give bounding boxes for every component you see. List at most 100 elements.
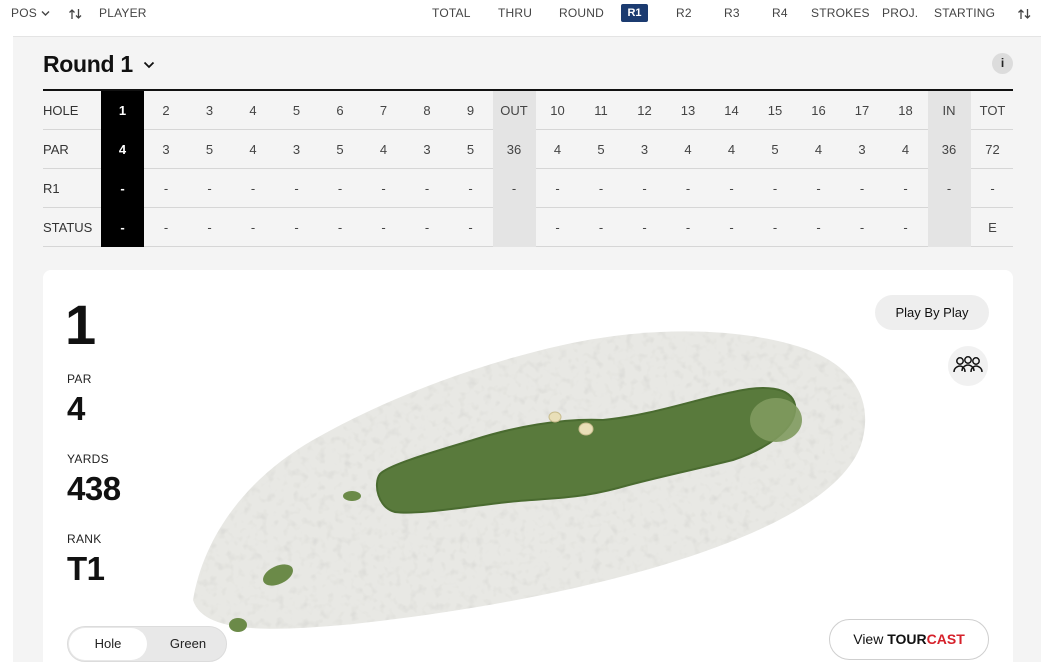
r1-score-cell: - <box>555 181 560 196</box>
par-value: 4 <box>67 390 85 427</box>
status-cell: - <box>642 220 647 235</box>
hole-cell: 7 <box>379 103 388 118</box>
thru-column-header[interactable]: THRU <box>498 6 532 20</box>
status-cell: - <box>250 220 256 235</box>
hole-cell: 8 <box>423 103 431 118</box>
r1-score-cell: - <box>685 181 691 196</box>
par-cell: 3 <box>292 142 301 157</box>
status-cell: - <box>598 220 604 235</box>
round-column-header[interactable]: ROUND <box>559 6 604 20</box>
group-view-button[interactable] <box>948 346 988 386</box>
view-label: View <box>853 631 888 647</box>
tee-box <box>229 618 247 632</box>
par-cell: 36 <box>927 130 971 169</box>
strokes-column-header[interactable]: STROKES <box>811 6 870 20</box>
r1-score-cell: - <box>424 181 430 196</box>
par-cell: 4 <box>101 130 144 169</box>
view-tourcast-button[interactable]: View TOURCAST <box>829 619 989 660</box>
status-cell: - <box>468 220 473 235</box>
hole-cell: 2 <box>162 103 170 118</box>
hole-number: 1 <box>65 293 96 356</box>
status-cell: - <box>337 220 343 235</box>
yards-label: YARDS <box>67 452 109 466</box>
status-cell: - <box>294 220 299 235</box>
hole-cell: OUT <box>492 91 536 130</box>
hole-cell: 16 <box>811 103 826 118</box>
r2-column-header[interactable]: R2 <box>676 6 692 20</box>
scorecard-table: HOLE 1 2 3 4 5 6 7 8 9 OUT 10 11 12 13 14 15 16 17 18 IN TOT… <box>43 89 1013 247</box>
r1-score-cell: - <box>163 181 169 196</box>
info-icon[interactable]: i <box>992 53 1013 74</box>
bunker <box>548 411 562 423</box>
cast-wordmark: CAST <box>926 631 965 647</box>
par-label: PAR <box>67 372 92 386</box>
par-cell: 3 <box>640 142 649 157</box>
par-cell: 4 <box>814 142 823 157</box>
starting-column-header[interactable]: STARTING <box>934 6 995 20</box>
r3-column-header[interactable]: R3 <box>724 6 740 20</box>
row-label-status: STATUS <box>43 220 93 235</box>
par-cell: 5 <box>336 142 344 157</box>
r4-column-header[interactable]: R4 <box>772 6 788 20</box>
status-cell: - <box>816 220 821 235</box>
proj-column-header[interactable]: PROJ. <box>882 6 918 20</box>
status-cell: - <box>424 220 430 235</box>
green-view-option[interactable]: Green <box>150 627 226 661</box>
par-cell: 72 <box>985 142 1000 157</box>
tee-box <box>343 491 361 501</box>
hole-cell: 14 <box>724 103 739 118</box>
player-column-header[interactable]: PLAYER <box>99 6 147 20</box>
r1-score-cell: - <box>468 181 473 196</box>
hole-green-toggle: Hole Green <box>67 626 227 662</box>
r1-score-cell: - <box>642 181 647 196</box>
hole-cell: 11 <box>594 103 608 118</box>
pos-label: POS <box>11 6 37 20</box>
sort-arrows-icon[interactable] <box>1017 6 1032 20</box>
hole-view-option[interactable]: Hole <box>69 628 147 660</box>
scorecard-hole-row: HOLE 1 2 3 4 5 6 7 8 9 OUT 10 11 12 13 14 15 16 17 18 IN TOT <box>43 91 1013 130</box>
status-cell <box>927 208 971 247</box>
status-cell: - <box>207 220 212 235</box>
status-cell <box>492 208 536 247</box>
r1-column-header[interactable]: R1 <box>621 4 648 22</box>
status-cell: - <box>555 220 560 235</box>
r1-score-cell: - <box>903 181 908 196</box>
hole-cell: IN <box>927 91 971 130</box>
hole-cell: 13 <box>680 103 696 118</box>
r1-score-cell: - <box>859 181 865 196</box>
round-selector-label: Round 1 <box>43 51 133 77</box>
hole-cell: 18 <box>898 103 913 118</box>
round-selector[interactable]: Round 1 <box>43 51 155 78</box>
rank-label: RANK <box>67 532 102 546</box>
r1-score-cell: - <box>381 181 386 196</box>
hole-cell: 12 <box>637 103 652 118</box>
pos-sort[interactable]: POS <box>11 6 50 20</box>
par-cell: 5 <box>205 142 214 157</box>
hole-detail-card: 1 PAR 4 YARDS 438 RANK T1 Play By Play H… <box>43 270 1013 662</box>
hole-cell: 17 <box>854 103 870 118</box>
total-column-header[interactable]: TOTAL <box>432 6 471 20</box>
par-cell: 5 <box>597 142 605 157</box>
status-cell: - <box>381 220 386 235</box>
hole-cell: 5 <box>292 103 301 118</box>
hole-map[interactable] <box>43 270 1013 662</box>
r1-score-cell: - <box>294 181 299 196</box>
bunker <box>578 422 594 436</box>
tour-wordmark: TOUR <box>887 631 927 647</box>
r1-score-cell: - <box>772 181 778 196</box>
r1-score-cell: - <box>101 169 144 208</box>
par-cell: 5 <box>771 142 779 157</box>
par-cell: 4 <box>379 142 388 157</box>
par-cell: 3 <box>162 142 170 157</box>
par-cell: 4 <box>727 142 736 157</box>
sort-arrows-icon[interactable] <box>68 6 83 20</box>
status-cell: E <box>988 220 997 235</box>
yards-value: 438 <box>67 470 121 507</box>
status-cell: - <box>101 208 144 247</box>
play-by-play-button[interactable]: Play By Play <box>875 295 989 330</box>
hole-cell: 1 <box>101 91 144 130</box>
hole-cell: 4 <box>249 103 257 118</box>
leaderboard-header: POS PLAYER TOTAL THRU ROUND R1 R2 R3 R4 … <box>0 0 1041 28</box>
par-cell: 36 <box>492 130 536 169</box>
row-label-par: PAR <box>43 142 69 157</box>
